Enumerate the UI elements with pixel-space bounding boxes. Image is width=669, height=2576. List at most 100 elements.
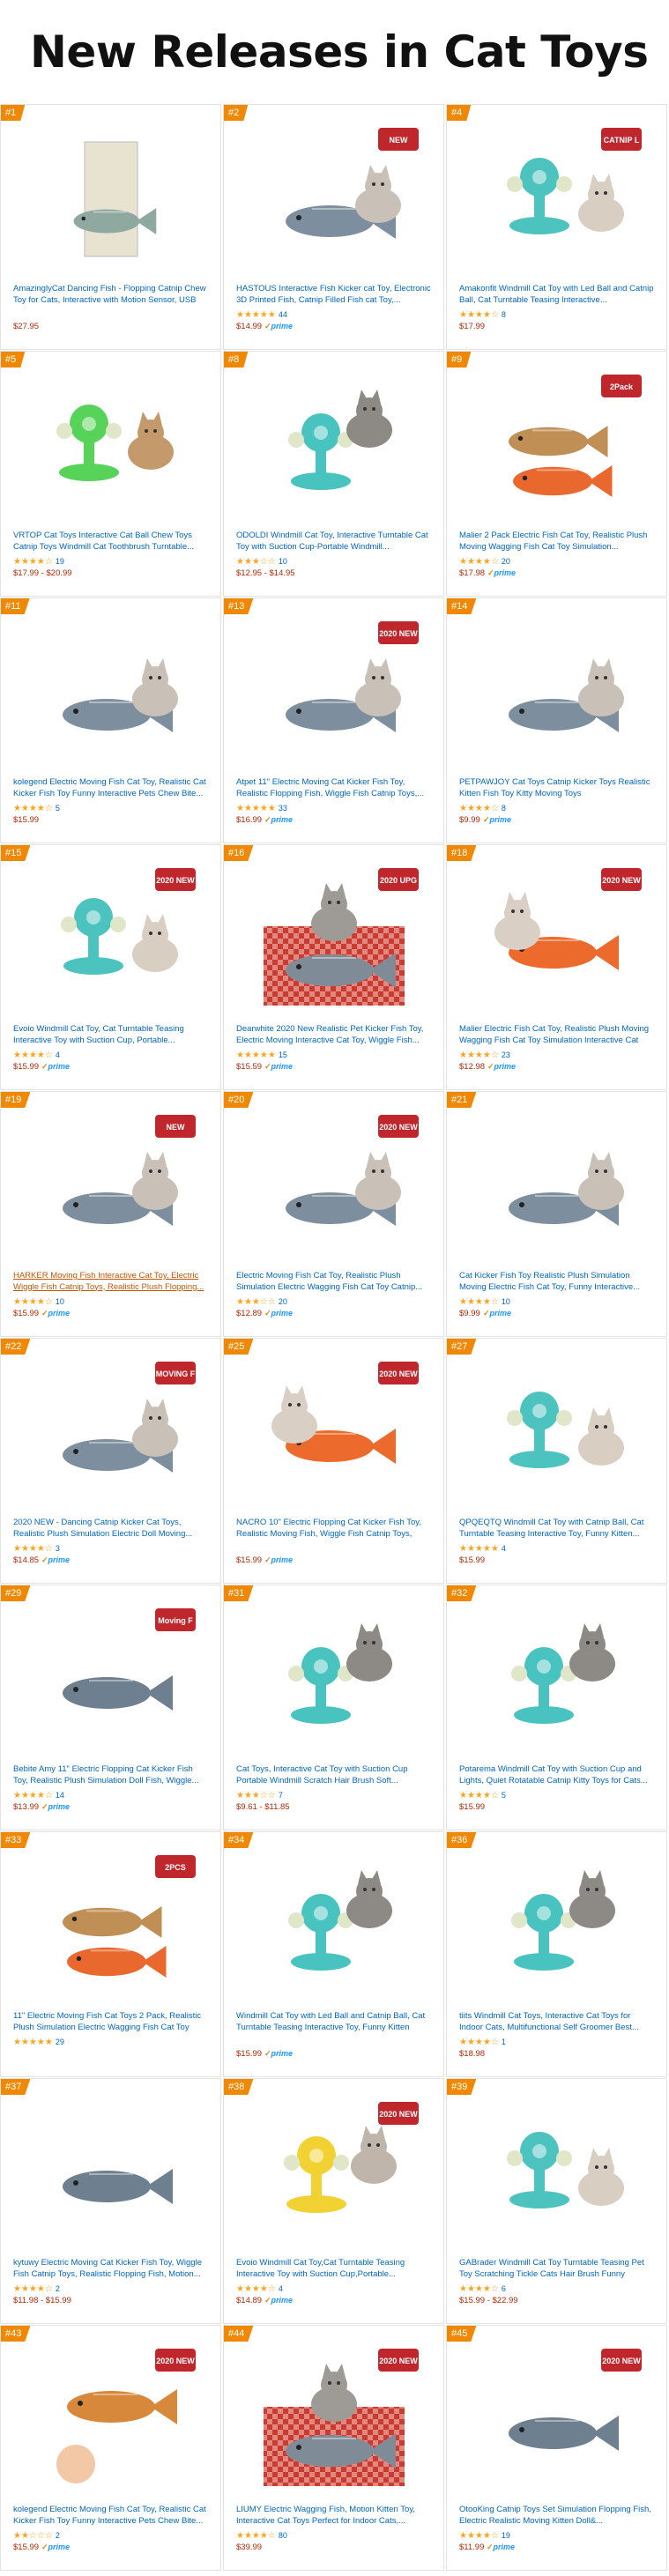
review-count[interactable]: 19 — [56, 557, 64, 566]
product-title-link[interactable]: OtooKing Catnip Toys Set Simulation Flop… — [459, 2505, 656, 2527]
product-title-link[interactable]: Windmill Cat Toy with Led Ball and Catni… — [236, 2011, 433, 2033]
product-image[interactable] — [469, 1605, 645, 1759]
review-count[interactable]: 10 — [56, 1297, 64, 1306]
review-count[interactable]: 15 — [279, 1050, 287, 1059]
product-card[interactable]: #2 NEW HASTOUS Interactive Fish Kicker c… — [223, 104, 444, 350]
rating-row[interactable]: ★★★★☆ 4 — [13, 1050, 60, 1061]
product-card[interactable]: #38 2020 NEW Evoio Windmill Cat Toy,Cat … — [223, 2078, 444, 2324]
product-title-link[interactable]: Malier Electric Fish Cat Toy, Realistic … — [459, 1024, 656, 1046]
review-count[interactable]: 20 — [279, 1297, 287, 1306]
review-count[interactable]: 10 — [279, 557, 287, 566]
rating-row[interactable]: ★★★★☆ 10 — [13, 1296, 64, 1308]
product-title-link[interactable]: PETPAWJOY Cat Toys Catnip Kicker Toys Re… — [459, 777, 656, 799]
product-card[interactable]: #29 Moving F Bebite Amy 11" Electric Flo… — [0, 1585, 221, 1830]
product-image[interactable] — [23, 618, 199, 772]
product-card[interactable]: #1 AmazinglyCat Dancing Fish - Flopping … — [0, 104, 221, 350]
product-image[interactable]: 2020 NEW — [246, 1111, 422, 1266]
product-card[interactable]: #39 GABrader Windmill Cat Toy Turntable … — [446, 2078, 667, 2324]
product-image[interactable] — [469, 1358, 645, 1512]
product-image[interactable]: 2020 NEW — [23, 865, 199, 1019]
product-title-link[interactable]: Evoio Windmill Cat Toy, Cat Turntable Te… — [13, 1024, 210, 1046]
review-count[interactable]: 20 — [502, 557, 510, 566]
rating-row[interactable]: ★★★★☆ 1 — [459, 2037, 506, 2048]
product-card[interactable]: #18 2020 NEW Malier Electric Fish Cat To… — [446, 844, 667, 1090]
product-card[interactable]: #9 2Pack Malier 2 Pack Electric Fish Cat… — [446, 351, 667, 597]
product-image[interactable]: 2020 UPG — [246, 865, 422, 1019]
review-count[interactable]: 2 — [56, 2284, 60, 2293]
rating-row[interactable]: ★★★★★ 44 — [236, 309, 287, 321]
rating-row[interactable]: ★★★★☆ 80 — [236, 2530, 287, 2542]
product-title-link[interactable]: VRTOP Cat Toys Interactive Cat Ball Chew… — [13, 531, 210, 553]
product-card[interactable]: #14 PETPAWJOY Cat Toys Catnip Kicker Toy… — [446, 598, 667, 843]
product-card[interactable]: #25 2020 NEW NACRO 10" Electric Flopping… — [223, 1338, 444, 1584]
product-image[interactable]: 2020 NEW — [246, 2345, 422, 2499]
product-card[interactable]: #27 QPQEQTQ Windmill Cat Toy with Catnip… — [446, 1338, 667, 1584]
product-card[interactable]: #20 2020 NEW Electric Moving Fish Cat To… — [223, 1091, 444, 1337]
review-count[interactable]: 7 — [279, 1791, 283, 1800]
product-card[interactable]: #31 Cat Toys, Interactive Cat Toy with S… — [223, 1585, 444, 1830]
product-card[interactable]: #37 kytuwy Electric Moving Cat Kicker Fi… — [0, 2078, 221, 2324]
product-card[interactable]: #13 2020 NEW Atpet 11" Electric Moving C… — [223, 598, 444, 843]
product-card[interactable]: #22 MOVING F 2020 NEW - Dancing Catnip K… — [0, 1338, 221, 1584]
rating-row[interactable]: ★★★★☆ 6 — [459, 2283, 506, 2295]
product-card[interactable]: #8 ODOLDI Windmill Cat Toy, Interactive … — [223, 351, 444, 597]
rating-row[interactable]: ★★★★☆ 8 — [459, 309, 506, 321]
product-image[interactable]: MOVING F — [23, 1358, 199, 1512]
product-image[interactable] — [469, 2098, 645, 2253]
product-image[interactable]: 2020 NEW — [246, 2098, 422, 2253]
product-image[interactable]: 2020 NEW — [246, 618, 422, 772]
product-title-link[interactable]: Bebite Amy 11" Electric Flopping Cat Kic… — [13, 1764, 210, 1786]
review-count[interactable]: 5 — [56, 804, 60, 813]
review-count[interactable]: 1 — [502, 2038, 506, 2046]
product-title-link[interactable]: Cat Toys, Interactive Cat Toy with Sucti… — [236, 1764, 433, 1786]
rating-row[interactable]: ★★★☆☆ 7 — [236, 1790, 283, 1801]
product-title-link[interactable]: HASTOUS Interactive Fish Kicker cat Toy,… — [236, 284, 433, 306]
review-count[interactable]: 4 — [502, 1544, 506, 1553]
product-image[interactable] — [246, 1852, 422, 2006]
rating-row[interactable]: ★★★★☆ 14 — [13, 1790, 64, 1801]
product-image[interactable]: NEW — [246, 124, 422, 278]
product-card[interactable]: #32 Potarema Windmill Cat Toy with Sucti… — [446, 1585, 667, 1830]
rating-row[interactable]: ★★★★☆ 23 — [459, 1050, 510, 1061]
product-title-link[interactable]: tiits Windmill Cat Toys, Interactive Cat… — [459, 2011, 656, 2033]
product-card[interactable]: #11 kolegend Electric Moving Fish Cat To… — [0, 598, 221, 843]
review-count[interactable]: 80 — [279, 2531, 287, 2540]
review-count[interactable]: 5 — [502, 1791, 506, 1800]
product-card[interactable]: #33 2PCS 11" Electric Moving Fish Cat To… — [0, 1831, 221, 2077]
product-image[interactable] — [246, 1605, 422, 1759]
review-count[interactable]: 33 — [279, 804, 287, 813]
product-image[interactable]: 2PCS — [23, 1852, 199, 2006]
product-title-link[interactable]: kytuwy Electric Moving Cat Kicker Fish T… — [13, 2258, 210, 2280]
product-title-link[interactable]: 2020 NEW - Dancing Catnip Kicker Cat Toy… — [13, 1518, 210, 1540]
product-image[interactable] — [23, 124, 199, 278]
rating-row[interactable]: ★★★★☆ 19 — [459, 2530, 510, 2542]
rating-row[interactable]: ★★☆☆☆ 2 — [13, 2530, 60, 2542]
review-count[interactable]: 10 — [502, 1297, 510, 1306]
review-count[interactable]: 8 — [502, 804, 506, 813]
product-card[interactable]: #16 2020 UPG Dearwhite 2020 New Realisti… — [223, 844, 444, 1090]
rating-row[interactable]: ★★★★☆ 5 — [459, 1790, 506, 1801]
product-title-link[interactable]: Potarema Windmill Cat Toy with Suction C… — [459, 1764, 656, 1786]
product-title-link[interactable]: Cat Kicker Fish Toy Realistic Plush Simu… — [459, 1271, 656, 1293]
rating-row[interactable]: ★★★★☆ 2 — [13, 2283, 60, 2295]
rating-row[interactable]: ★★★★★ 4 — [459, 1543, 506, 1555]
product-title-link[interactable]: AmazinglyCat Dancing Fish - Flopping Cat… — [13, 284, 210, 306]
product-image[interactable]: 2Pack — [469, 371, 645, 525]
product-title-link[interactable]: kolegend Electric Moving Fish Cat Toy, R… — [13, 777, 210, 799]
rating-row[interactable]: ★★★☆☆ 10 — [236, 556, 287, 568]
product-card[interactable]: #44 2020 NEW LIUMY Electric Wagging Fish… — [223, 2325, 444, 2571]
product-image[interactable]: 2020 NEW — [23, 2345, 199, 2499]
product-image[interactable]: NEW — [23, 1111, 199, 1266]
product-title-link[interactable]: 11" Electric Moving Fish Cat Toys 2 Pack… — [13, 2011, 210, 2033]
rating-row[interactable]: ★★★★☆ 20 — [459, 556, 510, 568]
product-card[interactable]: #36 tiits Windmill Cat Toys, Interactive… — [446, 1831, 667, 2077]
review-count[interactable]: 6 — [502, 2284, 506, 2293]
product-title-link[interactable]: QPQEQTQ Windmill Cat Toy with Catnip Bal… — [459, 1518, 656, 1540]
product-image[interactable] — [23, 2098, 199, 2253]
review-count[interactable]: 3 — [56, 1544, 60, 1553]
rating-row[interactable]: ★★★★☆ 5 — [13, 803, 60, 814]
product-image[interactable]: Moving F — [23, 1605, 199, 1759]
product-card[interactable]: #45 2020 NEW OtooKing Catnip Toys Set Si… — [446, 2325, 667, 2571]
rating-row[interactable]: ★★★★☆ 3 — [13, 1543, 60, 1555]
product-title-link[interactable]: kolegend Electric Moving Fish Cat Toy, R… — [13, 2505, 210, 2527]
